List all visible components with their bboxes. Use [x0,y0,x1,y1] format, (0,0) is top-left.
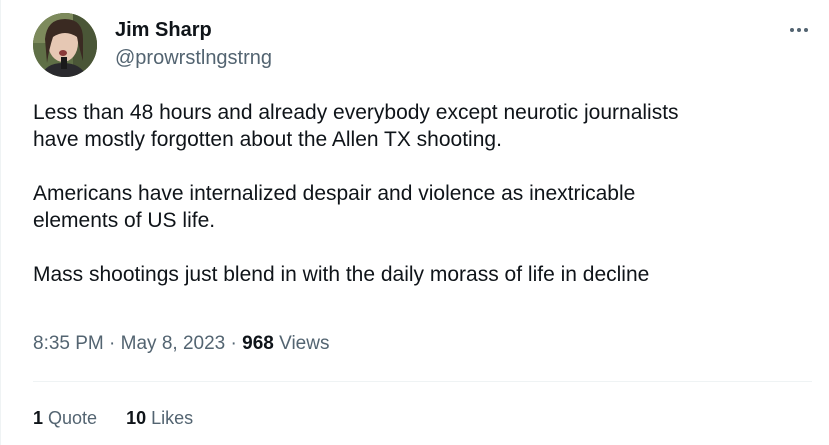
views-count: 968 [242,333,274,354]
quotes-link[interactable]: 1 Quote [33,406,97,430]
author-handle[interactable]: @prowrstlngstrng [115,46,272,70]
tweet-paragraph: Less than 48 hours and already everybody… [33,101,679,151]
tweet-paragraph: Americans have internalized despair and … [33,182,636,232]
avatar-image [33,13,97,77]
tweet-date[interactable]: May 8, 2023 [121,333,226,354]
quotes-label: Quote [48,408,98,428]
likes-link[interactable]: 10 Likes [126,406,193,430]
divider [33,381,812,382]
more-options-button[interactable] [785,16,813,44]
more-horizontal-icon [790,28,808,32]
separator-dot: · [230,333,243,354]
tweet-text: Less than 48 hours and already everybody… [33,99,813,315]
tweet-meta: 8:35 PM · May 8, 2023 · 968 Views [33,332,329,356]
tweet-paragraph: Mass shootings just blend in with the da… [33,263,650,286]
tweet-stats: 1 Quote 10 Likes [33,406,193,430]
avatar[interactable] [33,13,97,77]
views-label: Views [279,333,330,354]
separator-dot: · [109,333,121,354]
likes-label: Likes [151,408,194,428]
quotes-count: 1 [33,408,44,428]
tweet-time[interactable]: 8:35 PM [33,333,104,354]
tweet: Jim Sharp @prowrstlngstrng Less than 48 … [0,0,829,445]
author-name[interactable]: Jim Sharp [115,18,212,42]
likes-count: 10 [126,408,147,428]
